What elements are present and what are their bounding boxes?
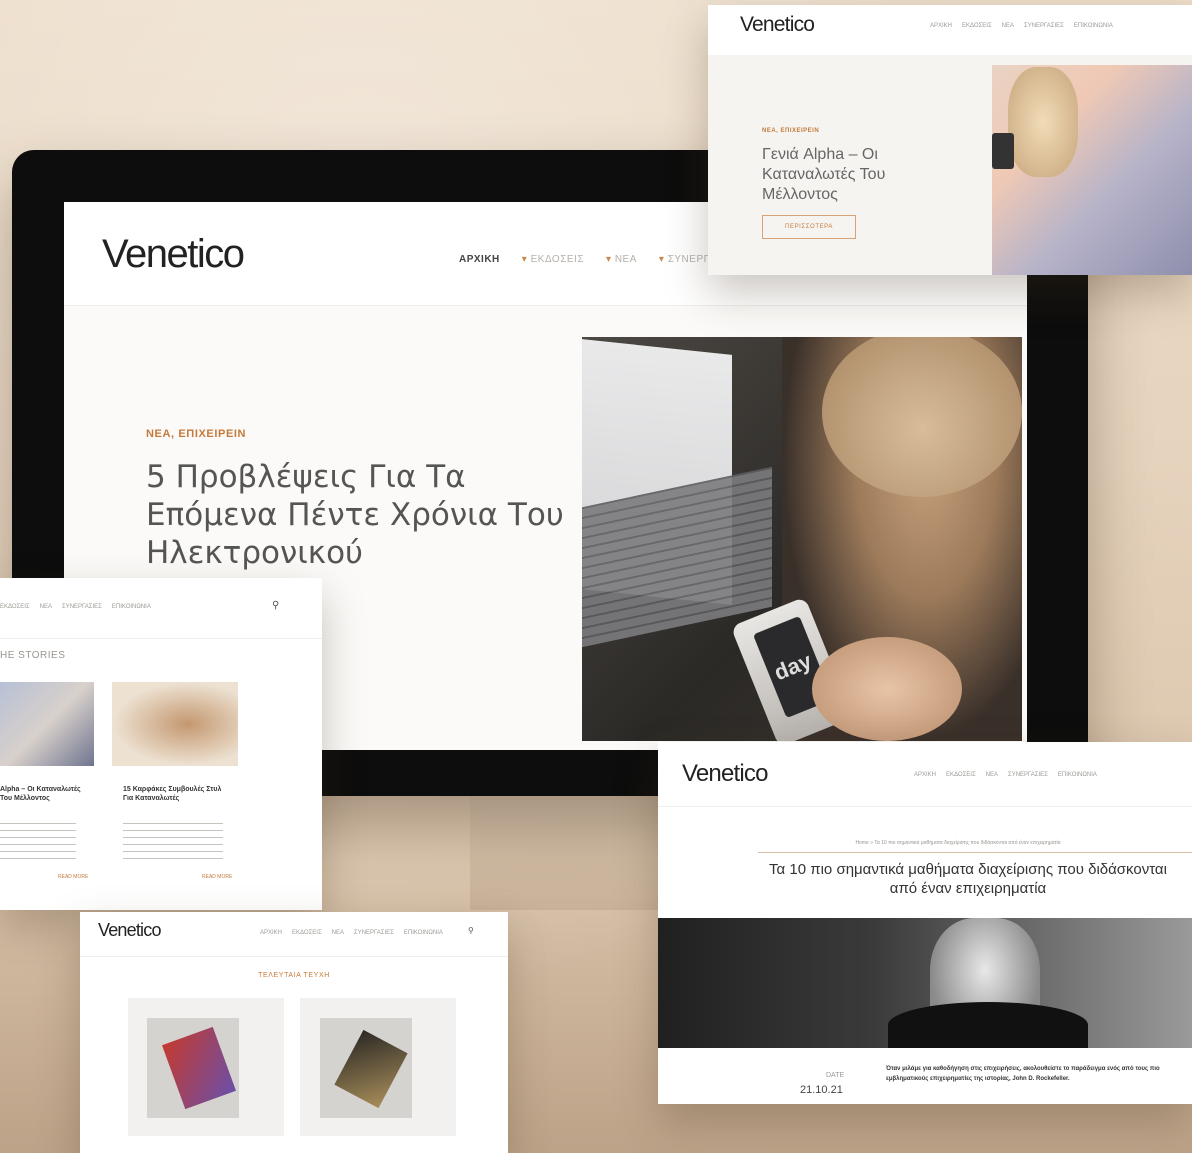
hand-image [812,637,962,741]
nav-item-home[interactable]: ΑΡΧΙΚΗ [459,254,500,265]
photo-detail [1008,67,1078,177]
nav-item[interactable]: ΝΕΑ [986,772,998,778]
story-excerpt [0,823,76,863]
nav-item[interactable]: ΕΚΔΟΣΕΙΣ [0,604,30,610]
card-nav: ΑΡΧΙΚΗ ΕΚΔΟΣΕΙΣ ΝΕΑ ΣΥΝΕΡΓΑΣΙΕΣ ΕΠΙΚΟΙΝΩ… [260,930,443,936]
nav-item[interactable]: ΣΥΝΕΡΓΑΣΙΕΣ [1008,772,1048,778]
story-image[interactable] [0,682,94,766]
card-nav: ΕΚΔΟΣΕΙΣ ΝΕΑ ΣΥΝΕΡΓΑΣΙΕΣ ΕΠΙΚΟΙΝΩΝΙΑ [0,604,151,610]
read-more-link[interactable]: READ MORE [58,874,88,880]
nav-item-news-label: ΝΕΑ [614,254,637,265]
nav-item[interactable]: ΑΡΧΙΚΗ [914,772,936,778]
article-excerpt: Όταν μιλάμε για καθοδήγηση στις επιχειρή… [886,1066,1160,1082]
nav-item[interactable]: ΣΥΝΕΡΓΑΣΙΕΣ [354,930,394,936]
divider [80,956,508,957]
story-excerpt [123,823,223,863]
chevron-down-icon: ▾ [658,254,668,265]
breadcrumb[interactable]: Home » Τα 10 πιο σημαντικά μαθήματα διαχ… [758,840,1158,846]
nav-item[interactable]: ΝΕΑ [332,930,344,936]
site-logo[interactable]: Venetico [102,232,245,277]
divider [758,852,1192,853]
nav-item[interactable]: ΝΕΑ [40,604,52,610]
article-card-top-right: Venetico ΑΡΧΙΚΗ ΕΚΔΟΣΕΙΣ ΝΕΑ ΣΥΝΕΡΓΑΣΙΕΣ… [708,5,1192,275]
nav-item-news[interactable]: ▾ ΝΕΑ [606,254,637,265]
date-label: DATE [826,1072,845,1079]
nav-item[interactable]: ΕΚΔΟΣΕΙΣ [946,772,976,778]
nav-item[interactable]: ΕΠΙΚΟΙΝΩΝΙΑ [1074,23,1113,29]
search-icon[interactable]: ⚲ [468,926,474,935]
portrait-suit [888,1002,1088,1048]
nav-item[interactable]: ΣΥΝΕΡΓΑΣΙΕΣ [62,604,102,610]
story-image[interactable] [112,682,238,766]
nav-item[interactable]: ΑΡΧΙΚΗ [930,23,952,29]
nav-item[interactable]: ΣΥΝΕΡΓΑΣΙΕΣ [1024,23,1064,29]
card-nav: ΑΡΧΙΚΗ ΕΚΔΟΣΕΙΣ ΝΕΑ ΣΥΝΕΡΓΑΣΙΕΣ ΕΠΙΚΟΙΝΩ… [930,23,1113,29]
nav-item[interactable]: ΝΕΑ [1002,23,1014,29]
site-logo[interactable]: Venetico [98,920,161,941]
article-title[interactable]: Γενιά Alpha – Οι Καταναλωτές Του Μέλλοντ… [762,145,952,205]
site-logo[interactable]: Venetico [682,760,768,788]
divider [658,806,1192,807]
divider [0,638,322,639]
search-icon[interactable]: ⚲ [272,600,279,611]
hero-category[interactable]: ΝΕΑ, ΕΠΙΧΕΙΡΕΙΝ [146,428,566,440]
nav-item-publications[interactable]: ▾ ΕΚΔΟΣΕΙΣ [522,254,584,265]
read-more-link[interactable]: READ MORE [202,874,232,880]
nav-item[interactable]: ΕΠΙΚΟΙΝΩΝΙΑ [1058,772,1097,778]
section-title: HE STORIES [0,650,66,661]
hero-text: ΝΕΑ, ΕΠΙΧΕΙΡΕΙΝ 5 Προβλέψεις Για Τα Επόμ… [146,428,566,572]
nav-item[interactable]: ΑΡΧΙΚΗ [260,930,282,936]
section-title: ΤΕΛΕΥΤΑΙΑ ΤΕΥΧΗ [258,972,330,979]
photo-detail [992,133,1014,169]
date-value: 21.10.21 [800,1084,843,1096]
nav-item[interactable]: ΕΠΙΚΟΙΝΩΝΙΑ [112,604,151,610]
stories-card: ΕΚΔΟΣΕΙΣ ΝΕΑ ΣΥΝΕΡΓΑΣΙΕΣ ΕΠΙΚΟΙΝΩΝΙΑ ⚲ H… [0,578,322,910]
nav-item-publications-label: ΕΚΔΟΣΕΙΣ [530,254,585,265]
issues-card: Venetico ΑΡΧΙΚΗ ΕΚΔΟΣΕΙΣ ΝΕΑ ΣΥΝΕΡΓΑΣΙΕΣ… [80,912,508,1153]
card-nav: ΑΡΧΙΚΗ ΕΚΔΟΣΕΙΣ ΝΕΑ ΣΥΝΕΡΓΑΣΙΕΣ ΕΠΙΚΟΙΝΩ… [914,772,1097,778]
chevron-down-icon: ▾ [521,254,531,265]
story-title[interactable]: Alpha – Οι Καταναλωτές Του Μέλλοντος [0,785,94,803]
hero-title[interactable]: 5 Προβλέψεις Για Τα Επόμενα Πέντε Χρόνια… [146,458,566,572]
nav-item[interactable]: ΕΠΙΚΟΙΝΩΝΙΑ [404,930,443,936]
main-nav: ΑΡΧΙΚΗ ▾ ΕΚΔΟΣΕΙΣ ▾ ΝΕΑ ▾ ΣΥΝΕΡΓΑΣΙΕΣ [459,254,740,265]
article-title: Τα 10 πιο σημαντικά μαθήματα διαχείρισης… [769,861,1167,897]
article-category[interactable]: ΝΕΑ, ΕΠΙΧΕΙΡΕΙΝ [762,128,819,134]
chevron-down-icon: ▾ [606,254,615,265]
nav-item[interactable]: ΕΚΔΟΣΕΙΣ [292,930,322,936]
story-title[interactable]: 15 Καρφάκες Συμβουλές Στυλ Για Καταναλωτ… [123,785,223,803]
article-card-bottom-right: Venetico ΑΡΧΙΚΗ ΕΚΔΟΣΕΙΣ ΝΕΑ ΣΥΝΕΡΓΑΣΙΕΣ… [658,742,1192,1104]
read-more-button[interactable]: ΠΕΡΙΣΣΟΤΕΡΑ [762,215,856,239]
monitor-stand [470,790,660,910]
site-logo[interactable]: Venetico [740,13,815,37]
hero-photo: day [582,337,1022,741]
nav-item[interactable]: ΕΚΔΟΣΕΙΣ [962,23,992,29]
